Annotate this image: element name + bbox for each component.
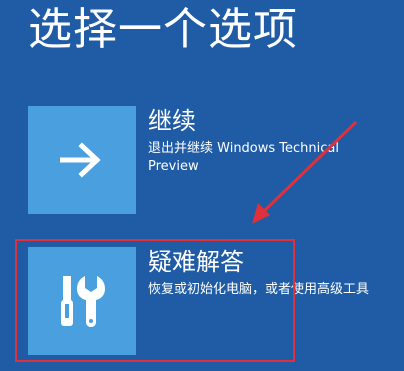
continue-option[interactable]: 继续 退出并继续 Windows Technical Preview <box>28 106 368 216</box>
page-title: 选择一个选项 <box>28 4 298 55</box>
continue-label: 继续 <box>148 107 196 135</box>
annotation-highlight-box <box>15 239 295 362</box>
continue-tile[interactable] <box>28 106 136 214</box>
arrow-right-icon <box>60 142 101 178</box>
continue-description: 退出并继续 Windows Technical Preview <box>148 141 339 174</box>
